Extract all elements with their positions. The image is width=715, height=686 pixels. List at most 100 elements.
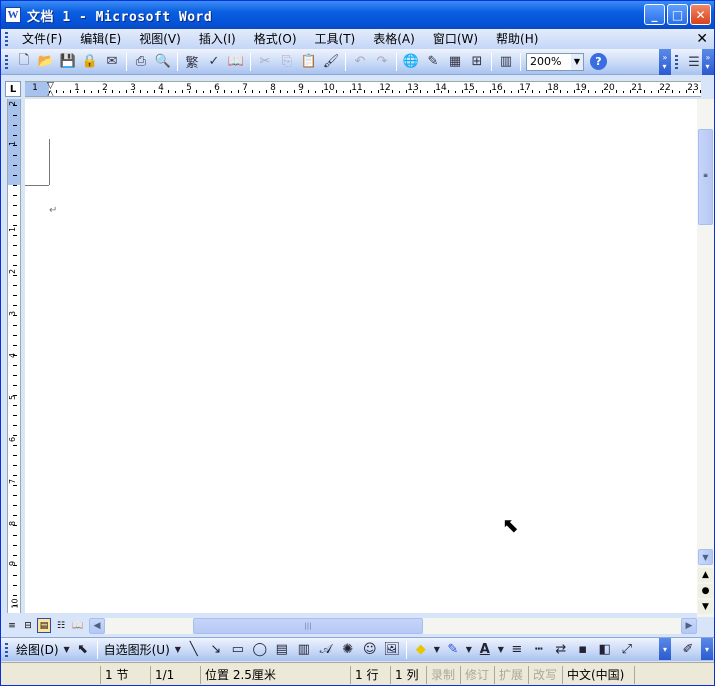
normal-view-icon[interactable]: ≡ <box>5 618 19 633</box>
status-record[interactable]: 录制 <box>427 665 461 684</box>
select-objects-icon[interactable]: ⬉ <box>72 640 94 660</box>
tables-borders-icon[interactable]: ✎ <box>422 51 444 73</box>
print-icon[interactable]: ⎙ <box>130 51 152 73</box>
status-overtype[interactable]: 改写 <box>529 665 563 684</box>
chevron-down-icon[interactable]: ▼ <box>432 640 442 660</box>
toolbar-grip-icon[interactable] <box>675 55 678 69</box>
email-icon[interactable]: ✉ <box>101 51 123 73</box>
document-page[interactable]: ↵ ⬉ <box>25 99 697 613</box>
chevron-down-icon[interactable]: ▼ <box>571 53 583 70</box>
clip-art-icon[interactable]: ☺ <box>359 640 381 660</box>
format-painter-icon[interactable]: 🖌 <box>320 51 342 73</box>
wordart-icon[interactable]: 𝒜 <box>315 640 337 660</box>
scroll-down-icon[interactable]: ▼ <box>698 549 713 565</box>
help-icon[interactable]: ? <box>590 53 607 70</box>
status-track-changes[interactable]: 修订 <box>461 665 495 684</box>
vertical-scrollbar[interactable]: ≡ ▼ ▲ ● ▼ <box>697 99 714 619</box>
minimize-button[interactable]: _ <box>644 4 665 25</box>
drawing-tools-icon[interactable]: ✐ <box>677 640 699 660</box>
diagram-icon[interactable]: ✺ <box>337 640 359 660</box>
horizontal-ruler[interactable]: ▽ △ 1 1 2 3 4 5 6 7 8 9 10 11 12 13 14 15 16 17 18 19 20 21 22 2… <box>25 81 701 97</box>
save-icon[interactable]: 💾 <box>57 51 79 73</box>
web-layout-icon[interactable]: ⊟ <box>21 618 35 633</box>
fill-color-icon[interactable]: ◆ <box>410 640 432 660</box>
picture-icon[interactable]: 🖼 <box>381 640 403 660</box>
toolbar-options-icon[interactable]: » ▾ <box>702 49 714 75</box>
word-app-icon[interactable]: W <box>5 7 21 23</box>
chevron-down-icon[interactable]: ▼ <box>464 640 474 660</box>
new-document-icon[interactable]: 🗋 <box>13 51 35 73</box>
spelling-icon[interactable]: ✓ <box>203 51 225 73</box>
columns-icon[interactable]: ▥ <box>495 51 517 73</box>
font-color-icon[interactable]: A <box>474 640 496 660</box>
select-multiple-icon[interactable]: ⤢ <box>616 640 638 660</box>
research-icon[interactable]: 📖 <box>225 51 247 73</box>
toolbar-grip-icon[interactable] <box>5 54 8 69</box>
dash-style-icon[interactable]: ┅ <box>528 640 550 660</box>
zoom-value: 200% <box>530 55 562 68</box>
copy-icon[interactable]: ⎘ <box>276 51 298 73</box>
traditional-chinese-icon[interactable]: 繁 <box>181 51 203 73</box>
text-box-icon[interactable]: ▤ <box>271 640 293 660</box>
chevron-down-icon[interactable]: ▼ <box>496 640 506 660</box>
vertical-scroll-thumb[interactable]: ≡ <box>698 129 713 225</box>
menu-view[interactable]: 视图(V) <box>130 29 190 49</box>
line-color-icon[interactable]: ✎ <box>442 640 464 660</box>
horizontal-scrollbar[interactable]: ◀ ||| ▶ <box>89 618 697 634</box>
zoom-select[interactable]: 200% ▼ <box>526 52 584 71</box>
browse-object-icon[interactable]: ● <box>698 584 713 598</box>
menu-file[interactable]: 文件(F) <box>13 29 71 49</box>
vertical-text-box-icon[interactable]: ▥ <box>293 640 315 660</box>
previous-page-icon[interactable]: ▲ <box>698 568 713 582</box>
chevron-down-icon[interactable]: ▼ <box>173 640 183 660</box>
maximize-button[interactable]: □ <box>667 4 688 25</box>
autoshapes-button[interactable]: 自选图形(U) <box>101 641 173 658</box>
insert-table-icon[interactable]: ▦ <box>444 51 466 73</box>
3d-icon[interactable]: ◧ <box>594 640 616 660</box>
menu-window[interactable]: 窗口(W) <box>424 29 487 49</box>
chevron-down-icon[interactable]: ▼ <box>62 640 72 660</box>
toolbar-options-icon[interactable]: ▾ <box>659 638 671 660</box>
horizontal-scroll-thumb[interactable]: ||| <box>193 618 423 634</box>
reading-view-icon[interactable]: 📖 <box>71 618 85 633</box>
scroll-right-icon[interactable]: ▶ <box>681 618 697 634</box>
ruler-tick <box>518 90 519 93</box>
close-document-button[interactable]: ✕ <box>696 31 708 47</box>
menu-insert[interactable]: 插入(I) <box>190 29 245 49</box>
outline-view-icon[interactable]: ☷ <box>54 618 68 633</box>
next-page-icon[interactable]: ▼ <box>698 600 713 614</box>
print-preview-icon[interactable]: 🔍 <box>152 51 174 73</box>
vertical-ruler[interactable]: 2112345678910 <box>7 99 21 613</box>
menu-edit[interactable]: 编辑(E) <box>71 29 130 49</box>
tab-selector-button[interactable]: L <box>5 81 21 97</box>
print-layout-icon[interactable]: ▤ <box>37 618 51 633</box>
line-icon[interactable]: ╲ <box>183 640 205 660</box>
status-extend[interactable]: 扩展 <box>495 665 529 684</box>
scroll-left-icon[interactable]: ◀ <box>89 618 105 634</box>
toolbar-grip-icon[interactable] <box>5 642 8 657</box>
toolbar-options-icon[interactable]: » ▾ <box>659 49 671 75</box>
menu-tools[interactable]: 工具(T) <box>306 29 365 49</box>
menu-help[interactable]: 帮助(H) <box>487 29 547 49</box>
redo-icon[interactable]: ↷ <box>371 51 393 73</box>
arrow-icon[interactable]: ↘ <box>205 640 227 660</box>
oval-icon[interactable]: ◯ <box>249 640 271 660</box>
close-button[interactable]: ✕ <box>690 4 711 25</box>
open-folder-icon[interactable]: 📂 <box>35 51 57 73</box>
line-style-icon[interactable]: ≡ <box>506 640 528 660</box>
toolbar-grip-icon[interactable] <box>5 32 8 46</box>
cut-icon[interactable]: ✂ <box>254 51 276 73</box>
menu-table[interactable]: 表格(A) <box>364 29 424 49</box>
paste-icon[interactable]: 📋 <box>298 51 320 73</box>
rectangle-icon[interactable]: ▭ <box>227 640 249 660</box>
undo-icon[interactable]: ↶ <box>349 51 371 73</box>
permission-icon[interactable]: 🔒 <box>79 51 101 73</box>
hyperlink-icon[interactable]: 🌐 <box>400 51 422 73</box>
shadow-icon[interactable]: ▪ <box>572 640 594 660</box>
arrow-style-icon[interactable]: ⇄ <box>550 640 572 660</box>
menu-format[interactable]: 格式(O) <box>245 29 306 49</box>
draw-menu-button[interactable]: 绘图(D) <box>13 641 62 658</box>
toolbar-options-icon[interactable]: ▾ <box>701 638 713 660</box>
insert-excel-icon[interactable]: ⊞ <box>466 51 488 73</box>
status-language[interactable]: 中文(中国) <box>563 665 635 684</box>
